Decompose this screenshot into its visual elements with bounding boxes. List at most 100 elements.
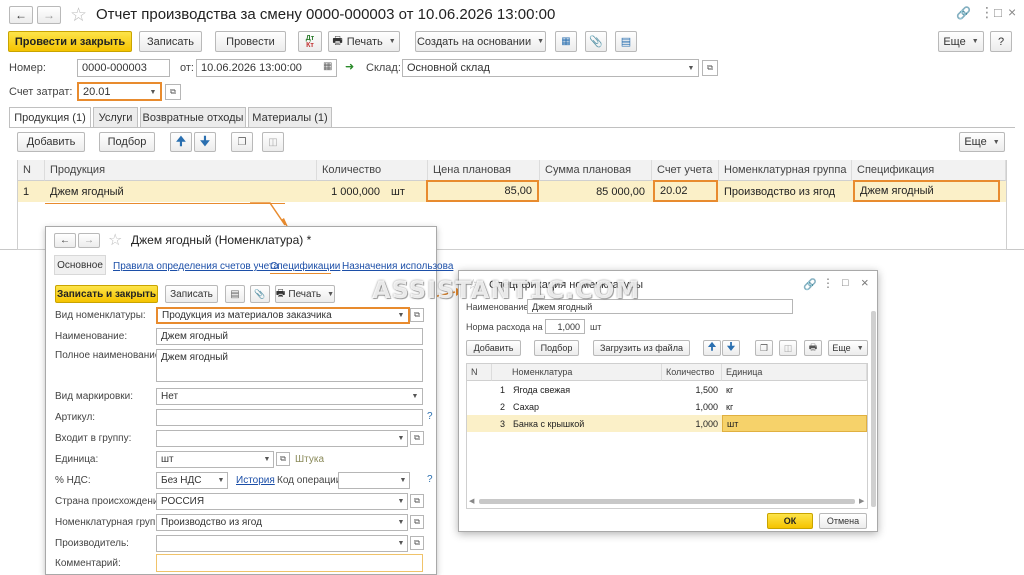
marking-field[interactable]: Нет	[156, 388, 423, 405]
chevron-down-icon[interactable]: ▼	[394, 307, 408, 324]
spec-row-3-n: 3	[499, 418, 505, 429]
comment-label: Комментарий:	[55, 558, 121, 569]
chevron-down-icon[interactable]: ▼	[394, 430, 408, 447]
name-field[interactable]: Джем ягодный	[156, 328, 423, 345]
nav-account-rules[interactable]: Правила определения счетов учета	[113, 261, 279, 272]
paperclip-icon: 📎	[254, 288, 266, 299]
spec-row-2-qty[interactable]: 1,000	[662, 398, 722, 415]
spec-move-up-button[interactable]: 🠉	[703, 340, 721, 356]
maker-label: Производитель:	[55, 538, 129, 549]
country-value: РОССИЯ	[161, 496, 205, 507]
spec-row-2-item[interactable]: Сахар	[509, 398, 659, 415]
spec-col-item: Номенклатура	[492, 364, 662, 381]
nom-print-label: Печать	[288, 288, 322, 300]
maximize-icon[interactable]: □	[842, 277, 849, 289]
open-group-button[interactable]: ⧉	[410, 431, 424, 445]
ok-button[interactable]: ОК	[767, 513, 813, 529]
nav-usage[interactable]: Назначения использова	[342, 261, 453, 272]
cancel-button[interactable]: Отмена	[819, 513, 867, 529]
open-icon: ⧉	[414, 433, 420, 442]
spec-select-button[interactable]: Подбор	[534, 340, 579, 356]
nav-specifications[interactable]: Спецификации	[270, 261, 340, 272]
spec-paste-button[interactable]: ◫	[779, 340, 797, 356]
nom-group-field[interactable]: Производство из ягод	[156, 514, 408, 531]
maker-field[interactable]	[156, 535, 408, 552]
nom-forward-button[interactable]: →	[78, 233, 100, 248]
open-icon: ⧉	[280, 454, 286, 463]
arrow-up-icon: 🠉	[707, 341, 717, 353]
op-code-help-icon[interactable]: ?	[427, 474, 433, 485]
spec-row-1-qty[interactable]: 1,500	[662, 381, 722, 398]
chevron-down-icon[interactable]: ▼	[214, 472, 228, 489]
scroll-right-icon[interactable]: ▶	[859, 497, 864, 505]
chevron-down-icon[interactable]: ▼	[394, 535, 408, 552]
vertical-scrollbar[interactable]	[871, 311, 876, 507]
chevron-down-icon[interactable]: ▼	[394, 493, 408, 510]
spec-row-1-unit[interactable]: кг	[722, 381, 862, 398]
kind-field[interactable]: Продукция из материалов заказчика	[156, 307, 410, 324]
open-nom-group-button[interactable]: ⧉	[410, 515, 424, 529]
save-and-close-button[interactable]: Записать и закрыть	[55, 285, 158, 303]
chevron-down-icon[interactable]: ▼	[260, 451, 274, 468]
nom-attach-button[interactable]: 📎	[250, 285, 270, 303]
open-icon: ⧉	[414, 496, 420, 505]
spec-row-2-unit[interactable]: кг	[722, 398, 862, 415]
name-label: Наименование:	[55, 331, 128, 342]
open-icon: ⧉	[414, 538, 420, 547]
history-link[interactable]: История	[236, 475, 275, 486]
scroll-left-icon[interactable]: ◀	[469, 497, 474, 505]
open-kind-button[interactable]: ⧉	[410, 308, 424, 322]
spec-row-3-qty[interactable]: 1,000	[662, 415, 722, 432]
norm-unit: шт	[590, 322, 602, 332]
nom-report-button[interactable]: ▤	[225, 285, 245, 303]
chevron-down-icon[interactable]: ▼	[408, 388, 422, 405]
unit-field[interactable]: шт	[156, 451, 274, 468]
specifications-underline	[270, 273, 331, 274]
kind-label: Вид номенклатуры:	[55, 310, 146, 321]
specification-window: ☆ Спецификация номенклатуры 🔗 ⋮ □ × Наим…	[458, 270, 878, 532]
more-vertical-icon[interactable]: ⋮	[822, 276, 834, 290]
open-unit-button[interactable]: ⧉	[276, 452, 290, 466]
group-field[interactable]	[156, 430, 408, 447]
spec-row-3-item[interactable]: Банка с крышкой	[509, 415, 659, 432]
spec-more-label: Еще	[832, 343, 851, 353]
spec-move-down-button[interactable]: 🠋	[722, 340, 740, 356]
link-icon[interactable]: 🔗	[803, 278, 817, 291]
spec-row-1-n: 1	[499, 384, 505, 395]
op-code-label: Код операции:	[277, 475, 345, 486]
nav-main[interactable]: Основное	[54, 255, 106, 275]
chevron-down-icon[interactable]: ▼	[394, 514, 408, 531]
full-name-field[interactable]: Джем ягодный	[156, 349, 423, 382]
star-icon[interactable]: ☆	[108, 230, 122, 250]
unit-label: Единица:	[55, 454, 99, 465]
nom-print-button[interactable]: 🖶 Печать ▼	[275, 285, 335, 303]
article-help-icon[interactable]: ?	[427, 411, 433, 422]
watermark: ASSISTANT1C.COM	[372, 276, 641, 304]
open-icon: ⧉	[414, 310, 420, 319]
spec-col-n: N	[467, 364, 492, 381]
spec-print-button[interactable]: 🖶	[804, 340, 822, 356]
norm-field[interactable]: 1,000	[545, 319, 585, 334]
document-icon: ▤	[230, 288, 240, 300]
spec-col-qty: Количество	[662, 364, 722, 381]
close-icon[interactable]: ×	[861, 275, 869, 290]
spec-row-3-unit[interactable]: шт	[722, 415, 867, 432]
spec-row-1-item[interactable]: Ягода свежая	[509, 381, 659, 398]
chevron-down-icon[interactable]: ▼	[396, 472, 410, 489]
nom-back-button[interactable]: ←	[54, 233, 76, 248]
open-maker-button[interactable]: ⧉	[410, 536, 424, 550]
nom-save-button[interactable]: Записать	[165, 285, 218, 303]
comment-field[interactable]	[156, 554, 423, 572]
article-field[interactable]	[156, 409, 423, 426]
arrow-down-icon: 🠋	[726, 341, 736, 353]
open-country-button[interactable]: ⧉	[410, 494, 424, 508]
country-field[interactable]: РОССИЯ	[156, 493, 408, 510]
load-from-file-button[interactable]: Загрузить из файла	[593, 340, 690, 356]
horizontal-scrollbar[interactable]	[479, 499, 855, 504]
marking-value: Нет	[161, 391, 179, 402]
spec-copy-button[interactable]: ❐	[755, 340, 773, 356]
spec-add-button[interactable]: Добавить	[466, 340, 521, 356]
spec-more-button[interactable]: Еще ▼	[828, 340, 868, 356]
spec-row-2-n: 2	[499, 401, 505, 412]
paste-icon: ◫	[783, 342, 793, 353]
